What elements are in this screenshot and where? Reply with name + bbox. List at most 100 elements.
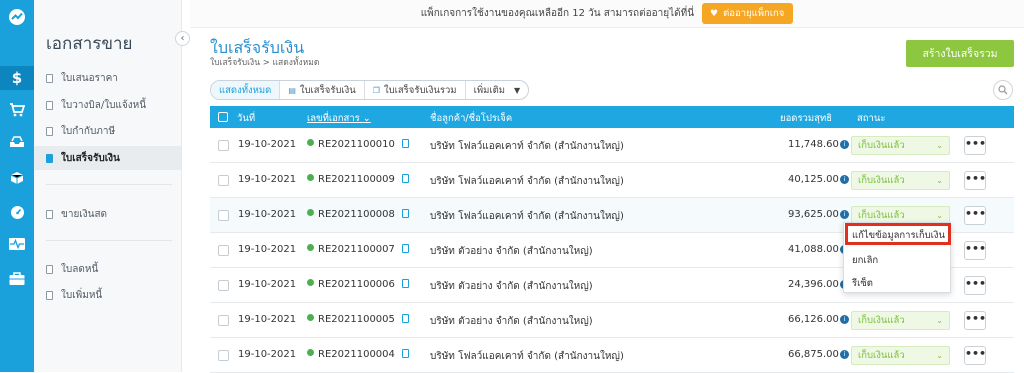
document-icon [46,100,53,110]
column-header-customer[interactable]: ชื่อลูกค้า/ชื่อโปรเจ็ค [430,111,512,126]
cell-doc-number[interactable]: RE2021100005 [307,314,409,325]
sidebar-item-credit-note[interactable]: ใบลดหนี้ [46,262,98,276]
sidebar-item-debit-note[interactable]: ใบเพิ่มหนี้ [46,288,102,302]
create-combined-receipt-button[interactable]: สร้างใบเสร็จรวม [906,40,1014,67]
status-dropdown[interactable]: เก็บเงินแล้ว ⌄ [851,171,950,190]
sidebar-item-cash-sale[interactable]: ขายเงินสด [46,207,107,221]
column-header-doc-label: เลขที่เอกสาร [307,113,360,124]
cart-icon[interactable] [0,98,34,122]
filter-label: ใบเสร็จรับเงินรวม [383,84,457,96]
table-row[interactable]: 19-10-2021 RE2021100010 บริษัท โฟลว์แอคเ… [210,128,1014,163]
file-icon[interactable] [401,349,409,358]
menu-item-edit-collection[interactable]: แก้ไขข้อมูลการเก็บเงิน [852,228,945,243]
info-icon[interactable]: i [839,210,849,219]
filter-combined-receipt[interactable]: ❐ ใบเสร็จรับเงินรวม [363,81,465,99]
status-dot-icon [307,244,314,251]
info-icon[interactable]: i [839,350,849,359]
info-icon[interactable]: i [839,315,849,324]
sidebar-item-tax-invoice[interactable]: ใบกำกับภาษี [46,124,115,138]
cell-total: 41,088.00i [788,244,849,255]
column-header-status[interactable]: สถานะ [857,111,885,126]
collapse-sidebar-button[interactable]: ‹ [175,31,190,46]
ellipsis-icon: ••• [965,277,987,290]
gauge-icon[interactable] [0,200,34,224]
ellipsis-icon: ••• [965,207,987,220]
row-checkbox[interactable] [218,280,229,291]
breadcrumb[interactable]: ใบเสร็จรับเงิน > แสดงทั้งหมด [210,55,319,69]
more-options-button[interactable]: ••• [964,346,986,365]
file-icon[interactable] [401,174,409,183]
row-checkbox[interactable] [218,140,229,151]
sub-navigation: เอกสารขาย ใบเสนอราคา ใบวางบิล/ใบแจ้งหนี้… [34,0,182,372]
more-options-button[interactable]: ••• [964,206,986,225]
inbox-icon[interactable] [0,130,34,154]
more-options-button[interactable]: ••• [964,171,986,190]
pulse-icon[interactable] [0,232,34,256]
more-options-button[interactable]: ••• [964,311,986,330]
filter-more-dropdown[interactable]: เพิ่มเติม ▼ [464,81,529,99]
more-options-button[interactable]: ••• [964,136,986,155]
column-header-total[interactable]: ยอดรวมสุทธิ [780,111,832,126]
search-button[interactable] [993,80,1013,100]
sidebar-item-label: ใบเสนอราคา [61,72,118,84]
status-dot-icon [307,139,314,146]
status-dropdown[interactable]: เก็บเงินแล้ว ⌄ [851,311,950,330]
filter-label: แสดงทั้งหมด [219,84,272,96]
column-header-date[interactable]: วันที่ [237,111,255,126]
doc-number-text: RE2021100004 [318,349,395,360]
box-icon[interactable] [0,166,34,190]
status-dropdown[interactable]: เก็บเงินแล้ว ⌄ [851,346,950,365]
renew-package-button[interactable]: ♥ ต่ออายุแพ็กเกจ [702,3,794,24]
document-icon [46,153,53,163]
section-title: เอกสารขาย [46,34,133,54]
row-checkbox[interactable] [218,210,229,221]
status-dropdown-menu: แก้ไขข้อมูลการเก็บเงิน ยกเลิก รีเซ็ต [843,222,951,293]
file-icon[interactable] [401,139,409,148]
table-row[interactable]: 19-10-2021 RE2021100005 บริษัท ตัวอย่าง … [210,303,1014,338]
row-checkbox[interactable] [218,350,229,361]
info-icon[interactable]: i [839,175,849,184]
status-label: เก็บเงินแล้ว [858,175,905,186]
status-dot-icon [307,174,314,181]
menu-item-reset[interactable]: รีเซ็ต [852,276,873,291]
cell-doc-number[interactable]: RE2021100004 [307,349,409,360]
more-options-button[interactable]: ••• [964,276,986,295]
dollar-icon[interactable]: $ [0,66,34,90]
cell-doc-number[interactable]: RE2021100006 [307,279,409,290]
row-checkbox[interactable] [218,315,229,326]
status-dropdown[interactable]: เก็บเงินแล้ว ⌄ [851,136,950,155]
filter-show-all[interactable]: แสดงทั้งหมด [211,81,280,99]
cell-total: 11,748.60 i [788,139,849,150]
cell-doc-number[interactable]: RE2021100010 [307,139,409,150]
sidebar-item-billing-note[interactable]: ใบวางบิล/ใบแจ้งหนี้ [46,98,146,112]
file-icon[interactable] [401,209,409,218]
file-icon[interactable] [401,279,409,288]
sidebar-item-quotation[interactable]: ใบเสนอราคา [46,71,118,85]
info-icon[interactable]: i [839,140,849,149]
select-all-checkbox[interactable] [218,112,228,122]
cell-doc-number[interactable]: RE2021100007 [307,244,409,255]
file-icon[interactable] [401,244,409,253]
ellipsis-icon: ••• [965,172,987,185]
document-icon [46,126,53,136]
cell-doc-number[interactable]: RE2021100009 [307,174,409,185]
cell-customer: บริษัท โฟลว์แอคเคาท์ จำกัด (สำนักงานใหญ่… [430,351,624,362]
sidebar-item-label: ใบวางบิล/ใบแจ้งหนี้ [61,99,147,111]
menu-item-cancel[interactable]: ยกเลิก [852,253,878,268]
file-icon[interactable] [401,314,409,323]
column-header-doc-number[interactable]: เลขที่เอกสาร ⌄ [307,111,371,126]
filter-receipt[interactable]: ▤ ใบเสร็จรับเงิน [279,81,363,99]
cell-doc-number[interactable]: RE2021100008 [307,209,409,220]
cell-customer: บริษัท โฟลว์แอคเคาท์ จำกัด (สำนักงานใหญ่… [430,211,624,222]
row-checkbox[interactable] [218,245,229,256]
app-logo-icon[interactable] [0,0,34,34]
table-row[interactable]: 19-10-2021 RE2021100004 บริษัท โฟลว์แอคเ… [210,338,1014,373]
more-options-button[interactable]: ••• [964,241,986,260]
table-row[interactable]: 19-10-2021 RE2021100009 บริษัท โฟลว์แอคเ… [210,163,1014,198]
sidebar-item-receipt[interactable]: ใบเสร็จรับเงิน [46,151,120,165]
cell-date: 19-10-2021 [238,244,297,255]
doc-number-text: RE2021100006 [318,279,395,290]
row-checkbox[interactable] [218,175,229,186]
briefcase-icon[interactable] [0,266,34,290]
total-text: 66,875.00 [788,349,839,360]
